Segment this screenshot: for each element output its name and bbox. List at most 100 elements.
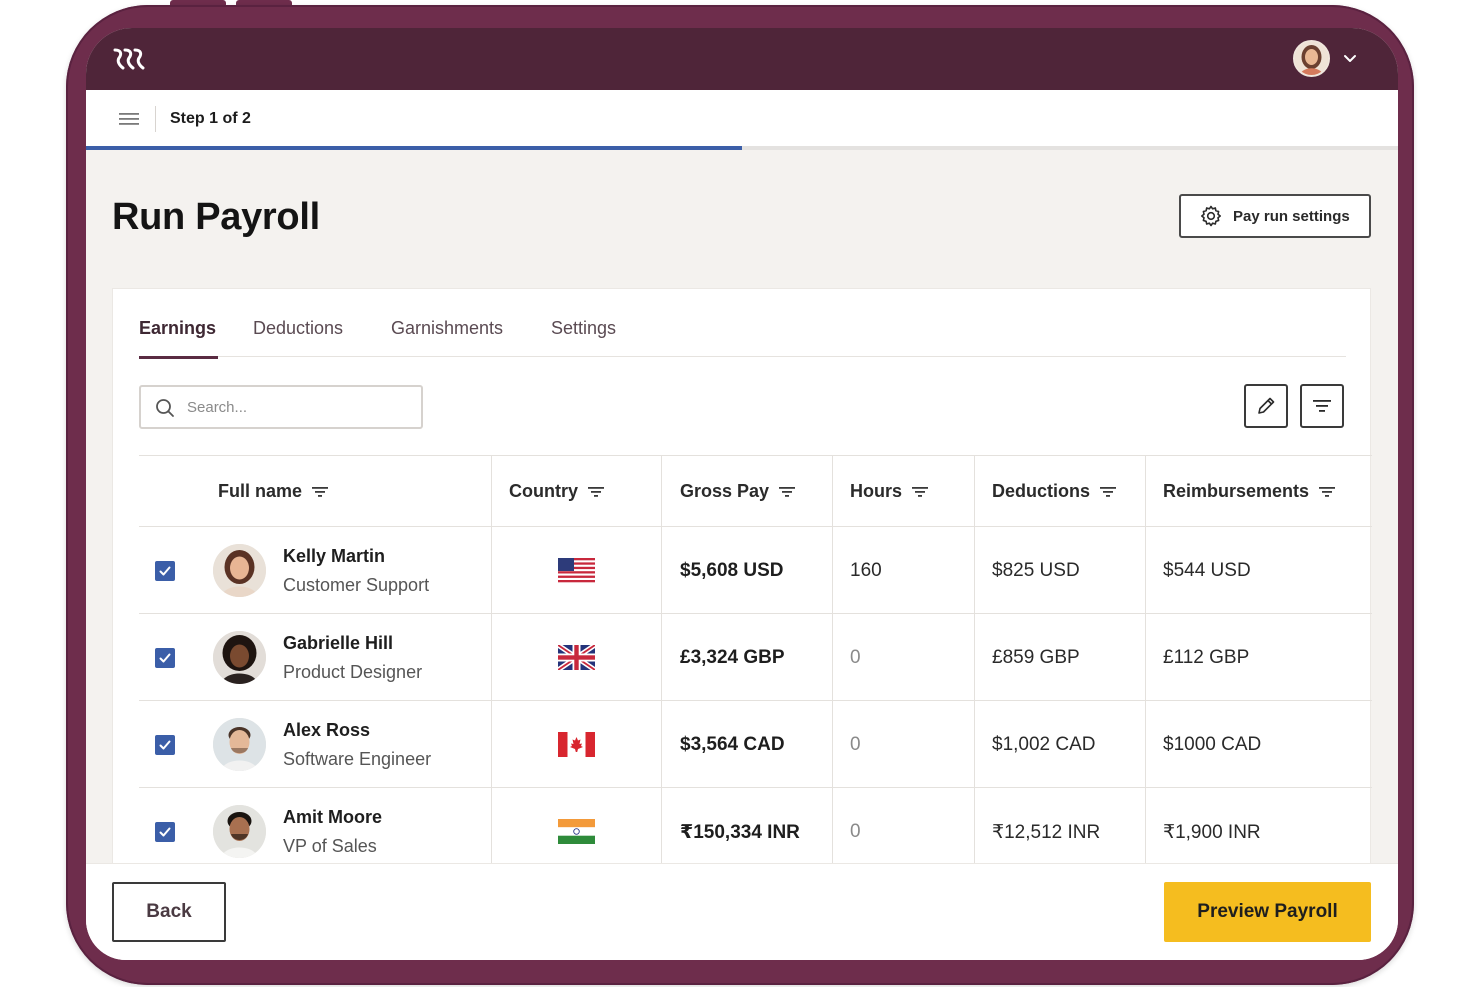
edit-button[interactable] [1244, 384, 1288, 428]
column-header-deductions[interactable]: Deductions [992, 456, 1117, 527]
reimbursements-value: £112 GBP [1163, 647, 1250, 668]
hours-value: 0 [850, 647, 861, 668]
employee-role: Product Designer [283, 662, 423, 682]
pay-run-settings-button[interactable]: Pay run settings [1179, 194, 1371, 238]
gross-pay-value: £3,324 GBP [680, 647, 785, 668]
deductions-value: $1,002 CAD [992, 734, 1096, 755]
pay-run-settings-label: Pay run settings [1233, 207, 1350, 225]
column-header-gross-pay[interactable]: Gross Pay [680, 456, 796, 527]
sort-icon [1319, 486, 1336, 497]
page-title: Run Payroll [112, 196, 320, 238]
row-checkbox[interactable] [155, 822, 175, 842]
gross-pay-value: $3,564 CAD [680, 734, 785, 755]
payroll-table: Full name Country Gross Pay Hours Deduct… [139, 455, 1372, 935]
filter-icon [1313, 400, 1331, 412]
sort-icon [779, 486, 796, 497]
column-header-label: Gross Pay [680, 481, 770, 501]
table-header: Full name Country Gross Pay Hours Deduct… [139, 455, 1372, 527]
payroll-card: Earnings Deductions Garnishments Setting… [112, 288, 1372, 935]
employee-name: Kelly Martin [283, 546, 386, 566]
app-screen: Step 1 of 2 Run Payroll Pay run settings… [86, 28, 1398, 960]
deductions-value: £859 GBP [992, 647, 1080, 668]
tab-garnishments[interactable]: Garnishments [391, 318, 503, 339]
column-header-reimbursements[interactable]: Reimbursements [1163, 456, 1336, 527]
tab-deductions[interactable]: Deductions [253, 318, 343, 339]
column-header-label: Reimbursements [1163, 481, 1310, 501]
divider [155, 106, 156, 132]
gross-pay-value: ₹150,334 INR [680, 822, 800, 843]
tab-settings[interactable]: Settings [551, 318, 616, 339]
gross-pay-value: $5,608 USD [680, 560, 784, 581]
column-header-hours[interactable]: Hours [850, 456, 929, 527]
back-button[interactable]: Back [112, 882, 226, 942]
step-bar: Step 1 of 2 [86, 90, 1398, 150]
deductions-value: ₹12,512 INR [992, 822, 1101, 843]
row-checkbox[interactable] [155, 561, 175, 581]
tab-bar: Earnings Deductions Garnishments Setting… [139, 289, 1346, 359]
tab-label: Settings [551, 318, 617, 338]
checkmark-icon [159, 653, 171, 663]
sort-icon [912, 486, 929, 497]
checkmark-icon [159, 740, 171, 750]
avatar [213, 544, 266, 597]
step-label: Step 1 of 2 [170, 110, 251, 127]
table-row[interactable]: Gabrielle Hill Product Designer £3,324 G… [139, 614, 1372, 701]
search-icon [156, 399, 174, 417]
employee-name: Amit Moore [283, 807, 382, 827]
row-checkbox[interactable] [155, 648, 175, 668]
column-header-label: Country [509, 481, 578, 501]
filter-button[interactable] [1300, 384, 1344, 428]
reimbursements-value: $544 USD [1163, 560, 1251, 581]
employee-role: Software Engineer [283, 749, 432, 769]
hamburger-menu-icon[interactable] [119, 112, 139, 126]
top-bar [86, 28, 1398, 90]
progress-fill [86, 146, 742, 150]
preview-payroll-button[interactable]: Preview Payroll [1164, 882, 1371, 942]
avatar [213, 631, 266, 684]
tab-earnings[interactable]: Earnings [139, 318, 218, 359]
reimbursements-value: ₹1,900 INR [1163, 822, 1261, 843]
uk-flag-icon [558, 645, 595, 670]
active-tab-indicator [139, 356, 218, 359]
tab-label: Deductions [253, 318, 344, 338]
tab-label: Earnings [139, 318, 217, 338]
employee-role: VP of Sales [283, 836, 377, 856]
column-header-label: Hours [850, 481, 903, 501]
avatar [213, 805, 266, 858]
hours-value: 0 [850, 821, 861, 842]
column-header-country[interactable]: Country [509, 456, 604, 527]
gear-icon [1201, 205, 1221, 227]
employee-name: Gabrielle Hill [283, 633, 394, 653]
employee-name: Alex Ross [283, 720, 371, 740]
rippling-logo[interactable] [112, 45, 148, 73]
column-header-full-name[interactable]: Full name [218, 456, 329, 527]
deductions-value: $825 USD [992, 560, 1080, 581]
employee-role: Customer Support [283, 575, 430, 595]
pencil-icon [1258, 397, 1275, 414]
tab-label: Garnishments [391, 318, 504, 338]
hours-value: 160 [850, 560, 882, 581]
table-row[interactable]: Alex Ross Software Engineer $3,564 CAD 0… [139, 701, 1372, 788]
avatar [213, 718, 266, 771]
sort-icon [588, 486, 604, 497]
table-row[interactable]: Kelly Martin Customer Support $5,608 USD… [139, 527, 1372, 614]
table-row[interactable]: Amit Moore VP of Sales ₹150,334 INR 0 ₹1… [139, 788, 1372, 875]
reimbursements-value: $1000 CAD [1163, 734, 1262, 755]
us-flag-icon [558, 558, 595, 583]
india-flag-icon [558, 819, 595, 844]
sort-icon [1100, 486, 1117, 497]
row-checkbox[interactable] [155, 735, 175, 755]
checkmark-icon [159, 566, 171, 576]
canada-flag-icon [558, 732, 595, 757]
hours-value: 0 [850, 734, 861, 755]
search-box [139, 385, 423, 429]
search-input[interactable] [187, 396, 415, 418]
column-header-label: Full name [218, 481, 303, 501]
sort-icon [312, 486, 329, 497]
progress-bar [86, 146, 1398, 150]
column-header-label: Deductions [992, 481, 1091, 501]
footer-bar: Back Preview Payroll [86, 863, 1398, 960]
user-avatar[interactable] [1293, 40, 1330, 77]
chevron-down-icon[interactable] [1342, 50, 1358, 66]
checkmark-icon [159, 827, 171, 837]
